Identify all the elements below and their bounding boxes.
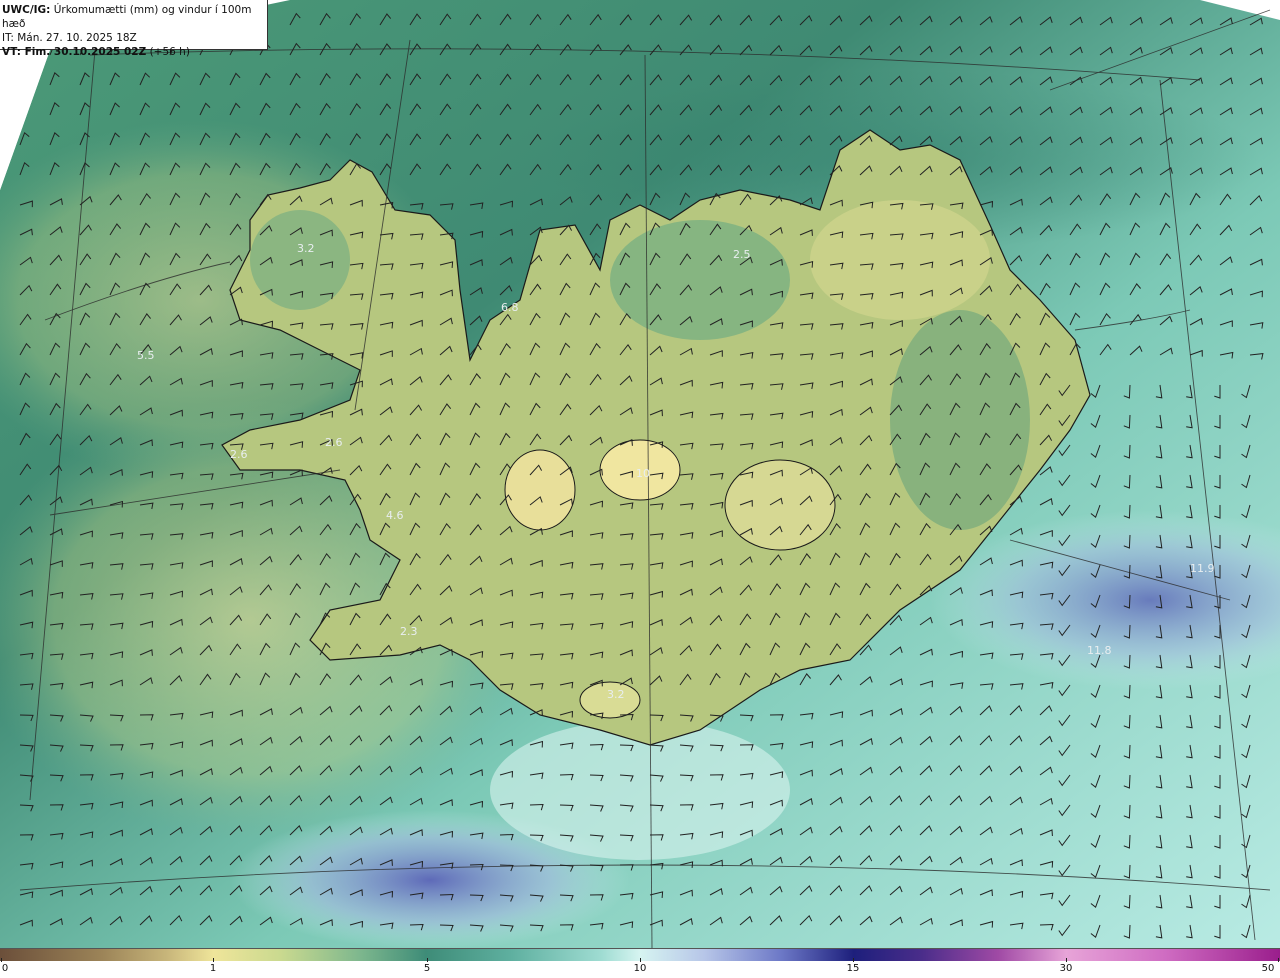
colorbar-tick: 50 <box>1261 963 1275 974</box>
value-label: 11.9 <box>1190 562 1215 575</box>
valid-time: VT: Fim. 30.10.2025 02Z <box>2 46 147 58</box>
precipitation-map: 3.2 2.5 6.8 5.5 2.6 2.6 4.6 2.3 3.2 11.9… <box>0 0 1280 948</box>
value-label: 4.6 <box>386 509 404 522</box>
map-canvas: 3.2 2.5 6.8 5.5 2.6 2.6 4.6 2.3 3.2 11.9… <box>0 0 1280 948</box>
colorbar-tick: 10 <box>633 963 647 974</box>
initial-time: IT: Mán. 27. 10. 2025 18Z <box>2 32 137 44</box>
value-label: 6.8 <box>501 301 519 314</box>
value-label: 2.5 <box>733 248 751 261</box>
model-name: UWC/IG: <box>2 4 51 16</box>
value-label: 11.8 <box>1087 644 1112 657</box>
forecast-hour: (+56 h) <box>146 46 190 58</box>
value-label: 2.6 <box>230 448 248 461</box>
colorbar-tick: 30 <box>1059 963 1073 974</box>
value-label: 3.2 <box>297 242 315 255</box>
value-label: 2.6 <box>325 436 343 449</box>
value-label: 5.5 <box>137 349 155 362</box>
colorbar-tick: 15 <box>846 963 860 974</box>
map-header: UWC/IG: Úrkomumætti (mm) og vindur í 100… <box>0 0 268 58</box>
colorbar-tick: 5 <box>423 963 431 974</box>
value-label: 3.2 <box>607 688 625 701</box>
value-label: 2.3 <box>400 625 418 638</box>
value-label: 10 <box>636 467 650 480</box>
colorbar-tick: 0 <box>1 963 9 974</box>
colorbar-tick: 1 <box>209 963 217 974</box>
